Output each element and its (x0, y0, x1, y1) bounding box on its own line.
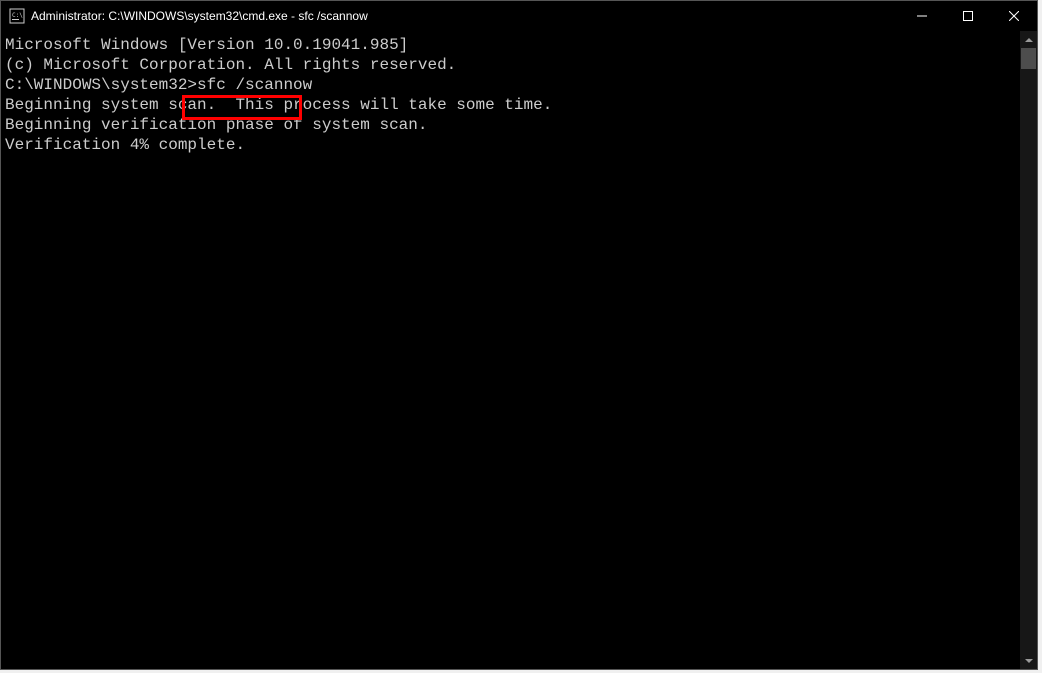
maximize-button[interactable] (945, 1, 991, 31)
command-text: sfc /scannow (197, 75, 312, 95)
output-line: (c) Microsoft Corporation. All rights re… (5, 55, 1020, 75)
cmd-window: C:\ Administrator: C:\WINDOWS\system32\c… (0, 0, 1038, 670)
cmd-icon: C:\ (9, 8, 25, 24)
titlebar[interactable]: C:\ Administrator: C:\WINDOWS\system32\c… (1, 1, 1037, 31)
scroll-thumb[interactable] (1021, 48, 1036, 69)
minimize-button[interactable] (899, 1, 945, 31)
scroll-down-icon[interactable] (1020, 652, 1037, 669)
close-button[interactable] (991, 1, 1037, 31)
svg-text:C:\: C:\ (12, 12, 23, 19)
output-line: Beginning verification phase of system s… (5, 115, 1020, 135)
console-area: Microsoft Windows [Version 10.0.19041.98… (1, 31, 1037, 669)
console-output[interactable]: Microsoft Windows [Version 10.0.19041.98… (1, 31, 1020, 669)
window-title: Administrator: C:\WINDOWS\system32\cmd.e… (31, 9, 899, 23)
vertical-scrollbar[interactable] (1020, 31, 1037, 669)
output-line: Microsoft Windows [Version 10.0.19041.98… (5, 35, 1020, 55)
prompt-line: C:\WINDOWS\system32>sfc /scannow (5, 75, 1020, 95)
prompt-text: C:\WINDOWS\system32> (5, 75, 197, 95)
output-line: Beginning system scan. This process will… (5, 95, 1020, 115)
scroll-up-icon[interactable] (1020, 31, 1037, 48)
output-line: Verification 4% complete. (5, 135, 1020, 155)
window-controls (899, 1, 1037, 31)
